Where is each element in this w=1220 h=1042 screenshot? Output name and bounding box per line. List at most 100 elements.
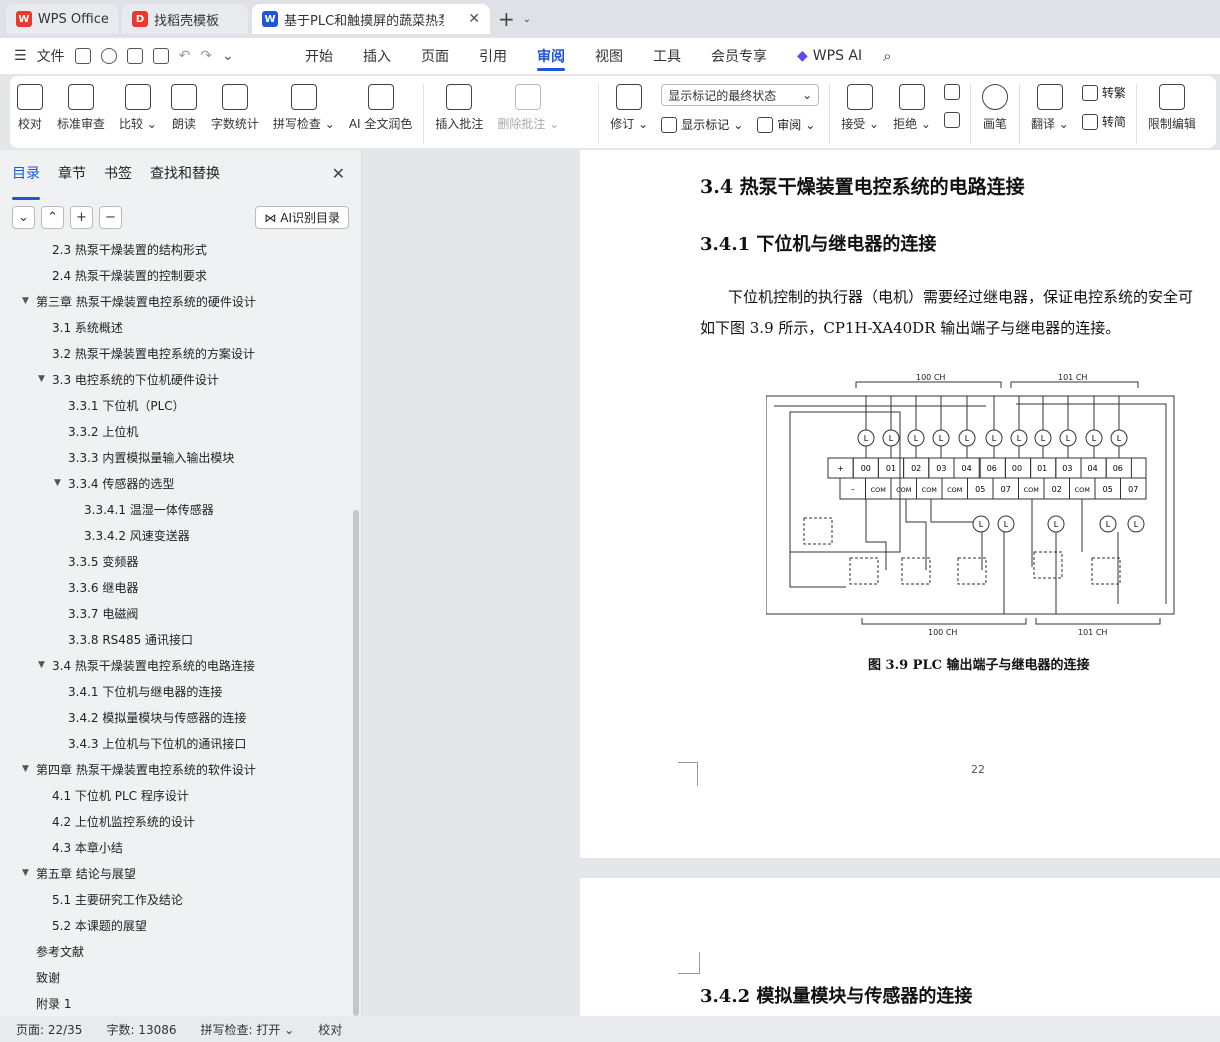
toc-item[interactable]: 2.3 热泵干燥装置的结构形式 bbox=[38, 242, 207, 260]
toc-item[interactable]: 4.2 上位机监控系统的设计 bbox=[38, 810, 195, 832]
ai-toc-button[interactable]: ⋈ AI识别目录 bbox=[255, 206, 349, 229]
accept-button[interactable]: 接受 ⌄ bbox=[834, 84, 886, 132]
toc-item[interactable]: 3.1 系统概述 bbox=[38, 316, 123, 338]
toc-item[interactable]: ▼ 3.3.4 传感器的选型 bbox=[54, 472, 174, 494]
menu-tools[interactable]: 工具 bbox=[638, 38, 696, 74]
search-icon[interactable]: ⌕ bbox=[883, 47, 891, 65]
show-markup-button[interactable]: 显示标记 ⌄ bbox=[661, 116, 743, 133]
page-indicator[interactable]: 页面: 22/35 bbox=[16, 1021, 82, 1038]
collapse-up-icon[interactable]: ⌃ bbox=[41, 206, 64, 229]
tab-document[interactable]: W 基于PLC和触摸屏的蔬菜热泵 ✕ bbox=[252, 4, 490, 34]
redo-icon[interactable]: ↷ bbox=[200, 48, 212, 64]
toc-item[interactable]: 参考文献 bbox=[22, 940, 84, 962]
toc-item[interactable]: 3.3.5 变频器 bbox=[54, 550, 138, 572]
add-icon[interactable]: + bbox=[70, 206, 93, 229]
toc-item[interactable]: ▼ 第四章 热泵干燥装置电控系统的软件设计 bbox=[22, 758, 256, 780]
delete-comment-button[interactable]: 删除批注 ⌄ bbox=[490, 84, 566, 132]
menu-wps-ai[interactable]: ◆ WPS AI bbox=[782, 38, 877, 74]
toc-item[interactable]: 3.3.6 继电器 bbox=[54, 576, 138, 598]
toc-item[interactable]: 3.4.3 上位机与下位机的通讯接口 bbox=[54, 732, 246, 754]
toc-item[interactable]: 5.2 本课题的展望 bbox=[38, 914, 147, 936]
toc-item[interactable]: 3.3.1 下位机（PLC） bbox=[54, 394, 185, 416]
body-paragraph-line[interactable]: 如下图 3.9 所示，CP1H-XA40DR 输出端子与继电器的连接。 bbox=[700, 317, 1120, 338]
chevron-down-icon[interactable]: ⌄ bbox=[523, 14, 531, 25]
toc-item[interactable]: 2.4 热泵干燥装置的控制要求 bbox=[38, 264, 207, 286]
restrict-edit-button[interactable]: 限制编辑 bbox=[1141, 84, 1203, 132]
more-icon[interactable]: ⌄ bbox=[222, 48, 234, 64]
undo-icon[interactable]: ↶ bbox=[179, 48, 191, 64]
close-tab-icon[interactable]: ✕ bbox=[468, 11, 480, 27]
expand-arrow-icon[interactable]: ▼ bbox=[22, 296, 36, 306]
prev-comment-icon[interactable] bbox=[572, 84, 588, 100]
ai-polish-button[interactable]: AI 全文润色 bbox=[342, 84, 420, 132]
body-paragraph-line[interactable]: 下位机控制的执行器（电机）需要经过继电器，保证电控系统的安全可 bbox=[728, 286, 1193, 307]
toc-item[interactable]: 4.1 下位机 PLC 程序设计 bbox=[38, 784, 189, 806]
menu-page[interactable]: 页面 bbox=[406, 38, 464, 74]
print-icon[interactable] bbox=[126, 48, 143, 64]
tab-chapters[interactable]: 章节 bbox=[58, 163, 86, 190]
std-review-button[interactable]: 标准审查 bbox=[50, 84, 112, 132]
expand-arrow-icon[interactable]: ▼ bbox=[54, 478, 68, 488]
read-aloud-button[interactable]: 朗读 bbox=[164, 84, 204, 132]
toc-item[interactable]: 3.3.8 RS485 通讯接口 bbox=[54, 628, 193, 650]
toc-item[interactable]: 3.3.7 电磁阀 bbox=[54, 602, 138, 624]
track-changes-button[interactable]: 修订 ⌄ bbox=[603, 84, 655, 132]
menu-reference[interactable]: 引用 bbox=[464, 38, 522, 74]
toc-item[interactable]: 3.4.1 下位机与继电器的连接 bbox=[54, 680, 222, 702]
toc-item[interactable]: 致谢 bbox=[22, 966, 60, 988]
toc-item[interactable]: 3.2 热泵干燥装置电控系统的方案设计 bbox=[38, 342, 255, 364]
menu-start[interactable]: 开始 bbox=[290, 38, 348, 74]
expand-arrow-icon[interactable]: ▼ bbox=[38, 374, 52, 384]
plc-wiring-figure[interactable]: L L L L L L L L L L L L L L L L +00 01 02 03 04 06 00 01 03 04 06… bbox=[766, 372, 1186, 642]
spell-check-button[interactable]: 拼写检查 ⌄ bbox=[266, 84, 342, 132]
to-simplified-button[interactable]: 转简 bbox=[1081, 113, 1126, 130]
menu-member[interactable]: 会员专享 bbox=[696, 38, 782, 74]
toc-item[interactable]: ▼ 第三章 热泵干燥装置电控系统的硬件设计 bbox=[22, 290, 256, 312]
toc-item[interactable]: 4.3 本章小结 bbox=[38, 836, 123, 858]
heading-3-4-1[interactable]: 3.4.1 下位机与继电器的连接 bbox=[700, 230, 936, 256]
compare-button[interactable]: 比较 ⌄ bbox=[112, 84, 164, 132]
heading-3-4-2[interactable]: 3.4.2 模拟量模块与传感器的连接 bbox=[700, 982, 972, 1008]
close-icon[interactable]: ✕ bbox=[332, 164, 345, 183]
next-change-icon[interactable] bbox=[943, 112, 960, 128]
toc-item[interactable]: 5.1 主要研究工作及结论 bbox=[38, 888, 183, 910]
figure-caption[interactable]: 图 3.9 PLC 输出端子与继电器的连接 bbox=[868, 654, 1089, 673]
menu-review[interactable]: 审阅 bbox=[522, 38, 580, 74]
toc-item[interactable]: 3.3.2 上位机 bbox=[54, 420, 138, 442]
save-icon[interactable] bbox=[74, 48, 91, 64]
pen-button[interactable]: 画笔 bbox=[975, 84, 1015, 132]
toc-scrollbar[interactable] bbox=[353, 510, 359, 1016]
tab-template[interactable]: D 找稻壳模板 bbox=[122, 4, 248, 34]
remove-icon[interactable]: − bbox=[99, 206, 122, 229]
insert-comment-button[interactable]: 插入批注 bbox=[428, 84, 490, 132]
toc-item[interactable]: 3.3.4.1 温湿一体传感器 bbox=[70, 498, 214, 520]
tab-wps-office[interactable]: W WPS Office bbox=[6, 4, 118, 34]
prev-change-icon[interactable] bbox=[943, 84, 960, 100]
toc-item[interactable]: 3.3.4.2 风速变送器 bbox=[70, 524, 190, 546]
next-comment-icon[interactable] bbox=[572, 112, 588, 128]
expand-down-icon[interactable]: ⌄ bbox=[12, 206, 35, 229]
hamburger-icon[interactable]: ☰ bbox=[14, 48, 27, 64]
expand-arrow-icon[interactable]: ▼ bbox=[22, 868, 36, 878]
toc-item[interactable]: 3.3.3 内置模拟量输入输出模块 bbox=[54, 446, 234, 468]
spell-check-status[interactable]: 拼写检查: 打开 ⌄ bbox=[201, 1021, 295, 1038]
tab-toc[interactable]: 目录 bbox=[12, 163, 40, 200]
print-preview-icon[interactable] bbox=[152, 48, 169, 64]
expand-arrow-icon[interactable]: ▼ bbox=[38, 660, 52, 670]
review-pane-button[interactable]: 审阅 ⌄ bbox=[757, 116, 815, 133]
toc-item[interactable]: 附录 1 bbox=[22, 992, 71, 1014]
proofread-button[interactable]: 校对 bbox=[10, 84, 50, 132]
toc-item[interactable]: ▼ 3.4 热泵干燥装置电控系统的电路连接 bbox=[38, 654, 255, 676]
heading-3-4[interactable]: 3.4 热泵干燥装置电控系统的电路连接 bbox=[700, 172, 1025, 199]
toc-item[interactable]: 3.4.2 模拟量模块与传感器的连接 bbox=[54, 706, 246, 728]
to-traditional-button[interactable]: 转繁 bbox=[1081, 84, 1126, 101]
proofread-status[interactable]: 校对 bbox=[318, 1021, 342, 1038]
new-tab-icon[interactable]: + bbox=[494, 7, 519, 31]
share-icon[interactable] bbox=[100, 48, 117, 64]
toc-item[interactable]: ▼ 第五章 结论与展望 bbox=[22, 862, 136, 884]
word-count[interactable]: 字数: 13086 bbox=[106, 1021, 176, 1038]
toc-item[interactable]: ▼ 3.3 电控系统的下位机硬件设计 bbox=[38, 368, 219, 390]
tab-bookmarks[interactable]: 书签 bbox=[104, 163, 132, 190]
word-count-button[interactable]: 字数统计 bbox=[204, 84, 266, 132]
translate-button[interactable]: 翻译 ⌄ bbox=[1024, 84, 1076, 132]
